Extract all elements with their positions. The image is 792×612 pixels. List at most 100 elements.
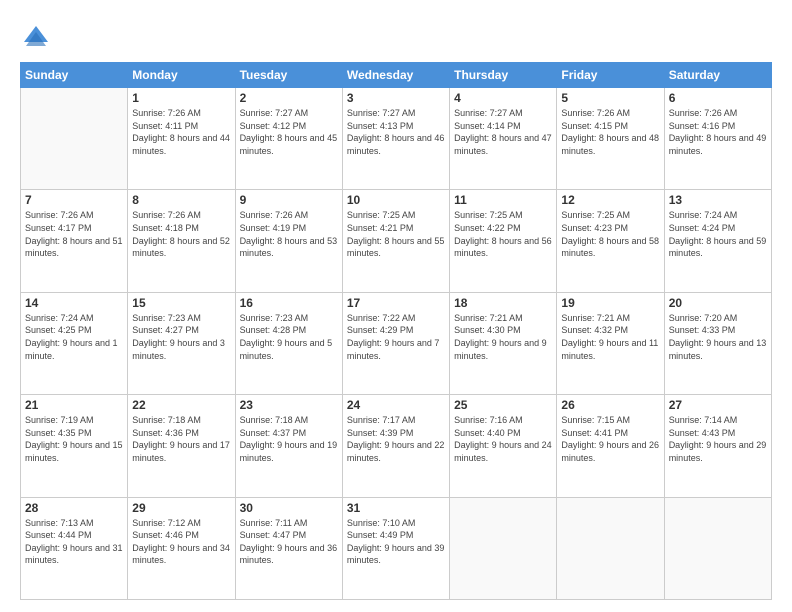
day-info: Sunrise: 7:27 AMSunset: 4:12 PMDaylight:… (240, 107, 338, 157)
calendar-cell: 9 Sunrise: 7:26 AMSunset: 4:19 PMDaylight… (235, 190, 342, 292)
day-number: 30 (240, 501, 338, 515)
day-number: 9 (240, 193, 338, 207)
day-number: 6 (669, 91, 767, 105)
calendar-cell: 3 Sunrise: 7:27 AMSunset: 4:13 PMDaylight… (342, 88, 449, 190)
calendar-cell: 18 Sunrise: 7:21 AMSunset: 4:30 PMDayligh… (450, 292, 557, 394)
weekday-header-saturday: Saturday (664, 63, 771, 88)
week-row-0: 1 Sunrise: 7:26 AMSunset: 4:11 PMDaylight… (21, 88, 772, 190)
calendar-cell: 11 Sunrise: 7:25 AMSunset: 4:22 PMDayligh… (450, 190, 557, 292)
day-number: 24 (347, 398, 445, 412)
calendar-cell: 14 Sunrise: 7:24 AMSunset: 4:25 PMDayligh… (21, 292, 128, 394)
day-info: Sunrise: 7:17 AMSunset: 4:39 PMDaylight:… (347, 414, 445, 464)
calendar-cell (450, 497, 557, 599)
day-number: 1 (132, 91, 230, 105)
day-number: 17 (347, 296, 445, 310)
day-info: Sunrise: 7:27 AMSunset: 4:13 PMDaylight:… (347, 107, 445, 157)
header (20, 18, 772, 54)
day-number: 28 (25, 501, 123, 515)
day-info: Sunrise: 7:10 AMSunset: 4:49 PMDaylight:… (347, 517, 445, 567)
day-number: 15 (132, 296, 230, 310)
day-number: 12 (561, 193, 659, 207)
weekday-header-wednesday: Wednesday (342, 63, 449, 88)
calendar-cell (21, 88, 128, 190)
weekday-header-monday: Monday (128, 63, 235, 88)
day-info: Sunrise: 7:24 AMSunset: 4:25 PMDaylight:… (25, 312, 123, 362)
day-info: Sunrise: 7:26 AMSunset: 4:16 PMDaylight:… (669, 107, 767, 157)
calendar-cell: 23 Sunrise: 7:18 AMSunset: 4:37 PMDayligh… (235, 395, 342, 497)
day-info: Sunrise: 7:18 AMSunset: 4:37 PMDaylight:… (240, 414, 338, 464)
day-number: 11 (454, 193, 552, 207)
day-info: Sunrise: 7:26 AMSunset: 4:15 PMDaylight:… (561, 107, 659, 157)
day-info: Sunrise: 7:23 AMSunset: 4:28 PMDaylight:… (240, 312, 338, 362)
calendar-cell: 29 Sunrise: 7:12 AMSunset: 4:46 PMDayligh… (128, 497, 235, 599)
calendar-cell: 22 Sunrise: 7:18 AMSunset: 4:36 PMDayligh… (128, 395, 235, 497)
day-number: 16 (240, 296, 338, 310)
day-number: 2 (240, 91, 338, 105)
calendar-cell: 1 Sunrise: 7:26 AMSunset: 4:11 PMDaylight… (128, 88, 235, 190)
day-info: Sunrise: 7:23 AMSunset: 4:27 PMDaylight:… (132, 312, 230, 362)
day-info: Sunrise: 7:26 AMSunset: 4:19 PMDaylight:… (240, 209, 338, 259)
day-number: 21 (25, 398, 123, 412)
calendar-cell: 5Sunrise: 7:26 AMSunset: 4:15 PMDaylight… (557, 88, 664, 190)
calendar-cell: 21 Sunrise: 7:19 AMSunset: 4:35 PMDayligh… (21, 395, 128, 497)
day-number: 7 (25, 193, 123, 207)
day-number: 10 (347, 193, 445, 207)
day-info: Sunrise: 7:19 AMSunset: 4:35 PMDaylight:… (25, 414, 123, 464)
calendar-cell: 6 Sunrise: 7:26 AMSunset: 4:16 PMDaylight… (664, 88, 771, 190)
calendar-cell: 2 Sunrise: 7:27 AMSunset: 4:12 PMDaylight… (235, 88, 342, 190)
day-number: 22 (132, 398, 230, 412)
day-number: 27 (669, 398, 767, 412)
day-number: 20 (669, 296, 767, 310)
calendar-cell: 13Sunrise: 7:24 AMSunset: 4:24 PMDayligh… (664, 190, 771, 292)
day-info: Sunrise: 7:26 AMSunset: 4:11 PMDaylight:… (132, 107, 230, 157)
week-row-4: 28 Sunrise: 7:13 AMSunset: 4:44 PMDayligh… (21, 497, 772, 599)
calendar-cell: 31Sunrise: 7:10 AMSunset: 4:49 PMDayligh… (342, 497, 449, 599)
calendar-cell: 25 Sunrise: 7:16 AMSunset: 4:40 PMDayligh… (450, 395, 557, 497)
day-info: Sunrise: 7:21 AMSunset: 4:30 PMDaylight:… (454, 312, 552, 362)
day-info: Sunrise: 7:24 AMSunset: 4:24 PMDaylight:… (669, 209, 767, 259)
day-info: Sunrise: 7:27 AMSunset: 4:14 PMDaylight:… (454, 107, 552, 157)
day-info: Sunrise: 7:25 AMSunset: 4:21 PMDaylight:… (347, 209, 445, 259)
weekday-header-sunday: Sunday (21, 63, 128, 88)
calendar-cell: 10 Sunrise: 7:25 AMSunset: 4:21 PMDayligh… (342, 190, 449, 292)
calendar-cell: 12 Sunrise: 7:25 AMSunset: 4:23 PMDayligh… (557, 190, 664, 292)
day-info: Sunrise: 7:26 AMSunset: 4:18 PMDaylight:… (132, 209, 230, 259)
calendar-cell: 30Sunrise: 7:11 AMSunset: 4:47 PMDayligh… (235, 497, 342, 599)
day-info: Sunrise: 7:13 AMSunset: 4:44 PMDaylight:… (25, 517, 123, 567)
calendar-cell: 19 Sunrise: 7:21 AMSunset: 4:32 PMDayligh… (557, 292, 664, 394)
calendar-cell: 8 Sunrise: 7:26 AMSunset: 4:18 PMDaylight… (128, 190, 235, 292)
day-info: Sunrise: 7:20 AMSunset: 4:33 PMDaylight:… (669, 312, 767, 362)
calendar-cell: 4 Sunrise: 7:27 AMSunset: 4:14 PMDaylight… (450, 88, 557, 190)
day-number: 26 (561, 398, 659, 412)
day-info: Sunrise: 7:16 AMSunset: 4:40 PMDaylight:… (454, 414, 552, 464)
calendar-cell: 28 Sunrise: 7:13 AMSunset: 4:44 PMDayligh… (21, 497, 128, 599)
weekday-header-row: SundayMondayTuesdayWednesdayThursdayFrid… (21, 63, 772, 88)
logo (20, 22, 56, 54)
day-number: 18 (454, 296, 552, 310)
day-number: 14 (25, 296, 123, 310)
day-number: 23 (240, 398, 338, 412)
calendar-cell: 16 Sunrise: 7:23 AMSunset: 4:28 PMDayligh… (235, 292, 342, 394)
day-info: Sunrise: 7:25 AMSunset: 4:23 PMDaylight:… (561, 209, 659, 259)
day-info: Sunrise: 7:21 AMSunset: 4:32 PMDaylight:… (561, 312, 659, 362)
weekday-header-friday: Friday (557, 63, 664, 88)
day-number: 3 (347, 91, 445, 105)
day-number: 4 (454, 91, 552, 105)
weekday-header-thursday: Thursday (450, 63, 557, 88)
day-number: 8 (132, 193, 230, 207)
calendar-cell (664, 497, 771, 599)
day-info: Sunrise: 7:18 AMSunset: 4:36 PMDaylight:… (132, 414, 230, 464)
calendar-cell: 20 Sunrise: 7:20 AMSunset: 4:33 PMDayligh… (664, 292, 771, 394)
calendar-table: SundayMondayTuesdayWednesdayThursdayFrid… (20, 62, 772, 600)
day-number: 25 (454, 398, 552, 412)
logo-icon (20, 22, 52, 54)
week-row-2: 14 Sunrise: 7:24 AMSunset: 4:25 PMDayligh… (21, 292, 772, 394)
week-row-1: 7Sunrise: 7:26 AMSunset: 4:17 PMDaylight… (21, 190, 772, 292)
calendar-cell: 17Sunrise: 7:22 AMSunset: 4:29 PMDayligh… (342, 292, 449, 394)
calendar-cell (557, 497, 664, 599)
day-info: Sunrise: 7:12 AMSunset: 4:46 PMDaylight:… (132, 517, 230, 567)
day-number: 19 (561, 296, 659, 310)
day-info: Sunrise: 7:25 AMSunset: 4:22 PMDaylight:… (454, 209, 552, 259)
calendar-cell: 26Sunrise: 7:15 AMSunset: 4:41 PMDayligh… (557, 395, 664, 497)
day-number: 29 (132, 501, 230, 515)
